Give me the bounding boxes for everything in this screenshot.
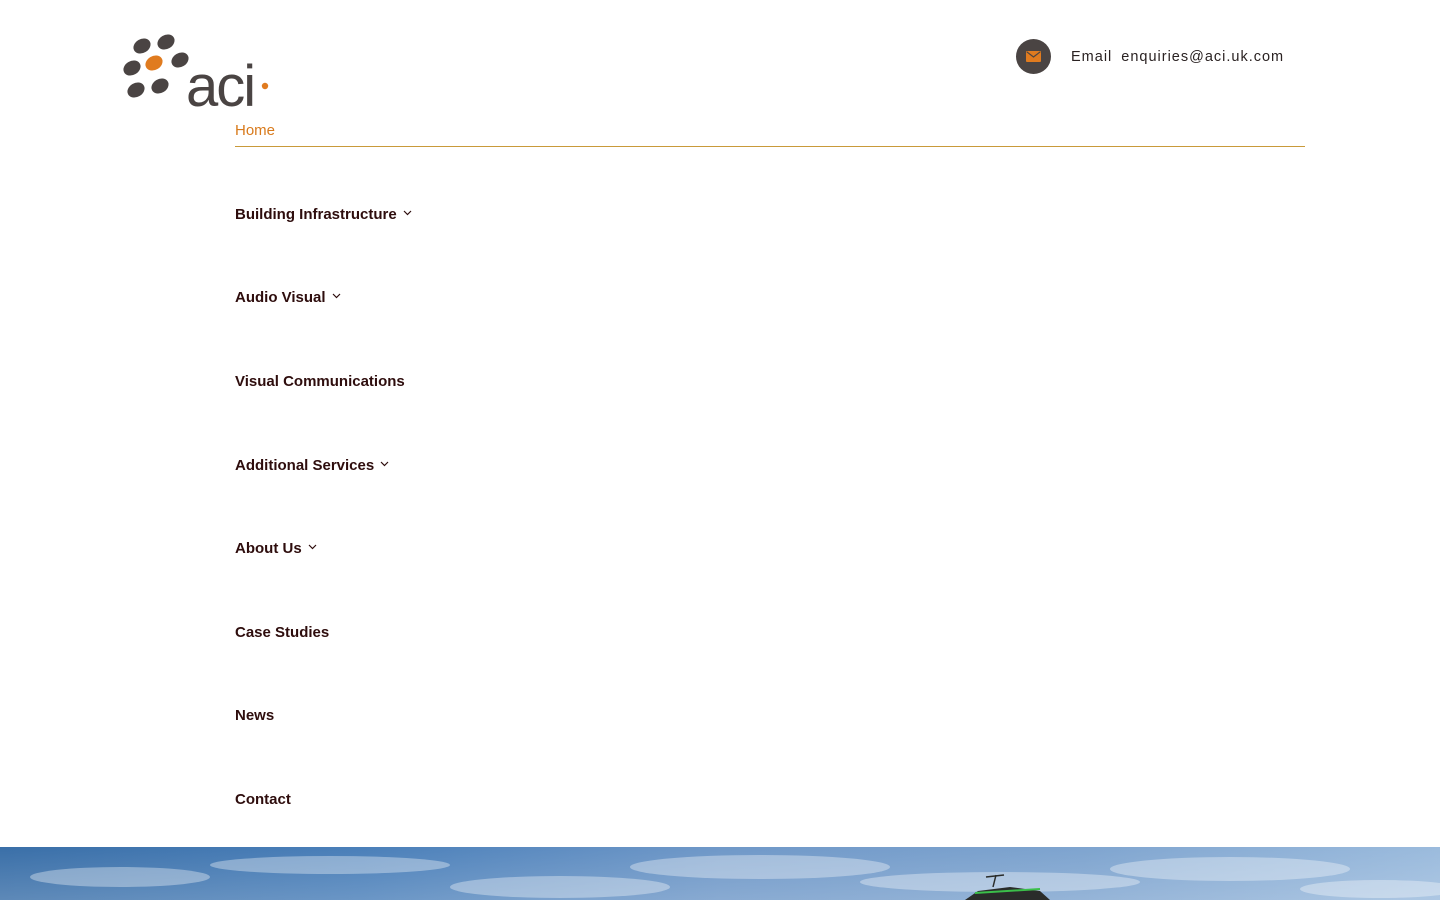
- nav-item-label: News: [235, 707, 275, 724]
- mail-icon[interactable]: [1016, 39, 1051, 74]
- site-logo[interactable]: aci: [120, 30, 280, 126]
- nav-item-label: Visual Communications: [235, 373, 405, 390]
- nav-item-label: About Us: [235, 540, 302, 557]
- nav-item-label: Building Infrastructure: [235, 206, 397, 223]
- hero-image: [0, 847, 1440, 900]
- chevron-down-icon: [332, 293, 341, 299]
- nav-row: Case Studies: [235, 623, 329, 643]
- chevron-down-icon: [403, 210, 412, 216]
- nav-item-case-studies[interactable]: Case Studies: [235, 623, 329, 643]
- nav-item-label: Contact: [235, 791, 291, 808]
- page: aci Email enquiries@aci.uk.com Home Buil…: [0, 0, 1440, 900]
- nav-item-about-us[interactable]: About Us: [235, 539, 317, 559]
- nav-row: Building Infrastructure: [235, 205, 412, 225]
- chevron-down-icon: [308, 544, 317, 550]
- chevron-down-icon: [380, 461, 389, 467]
- nav-row: About Us: [235, 539, 317, 559]
- nav-item-label: Audio Visual: [235, 289, 326, 306]
- contact-label: Email: [1071, 48, 1113, 65]
- contact-email-link[interactable]: enquiries@aci.uk.com: [1121, 49, 1284, 65]
- logo-wordmark: aci: [186, 54, 256, 119]
- nav-item-label: Additional Services: [235, 457, 375, 474]
- nav-item-label: Case Studies: [235, 624, 330, 641]
- nav-row: Contact: [235, 790, 291, 810]
- header-contact: Email enquiries@aci.uk.com: [1016, 39, 1284, 74]
- nav-row: Audio Visual: [235, 288, 341, 308]
- nav-item-additional-services[interactable]: Additional Services: [235, 456, 389, 476]
- nav-item-home[interactable]: Home: [235, 122, 1305, 147]
- nav-row: News: [235, 706, 274, 726]
- nav-item-news[interactable]: News: [235, 706, 274, 726]
- nav-item-audio-visual[interactable]: Audio Visual: [235, 288, 341, 308]
- nav-row: Additional Services: [235, 456, 389, 476]
- nav-item-building-infrastructure[interactable]: Building Infrastructure: [235, 205, 412, 225]
- nav-item-visual-communications[interactable]: Visual Communications: [235, 372, 405, 392]
- nav-row: Visual Communications: [235, 372, 405, 392]
- main-nav: Home Building Infrastructure Audio Visua…: [235, 122, 1305, 808]
- nav-item-contact[interactable]: Contact: [235, 790, 291, 810]
